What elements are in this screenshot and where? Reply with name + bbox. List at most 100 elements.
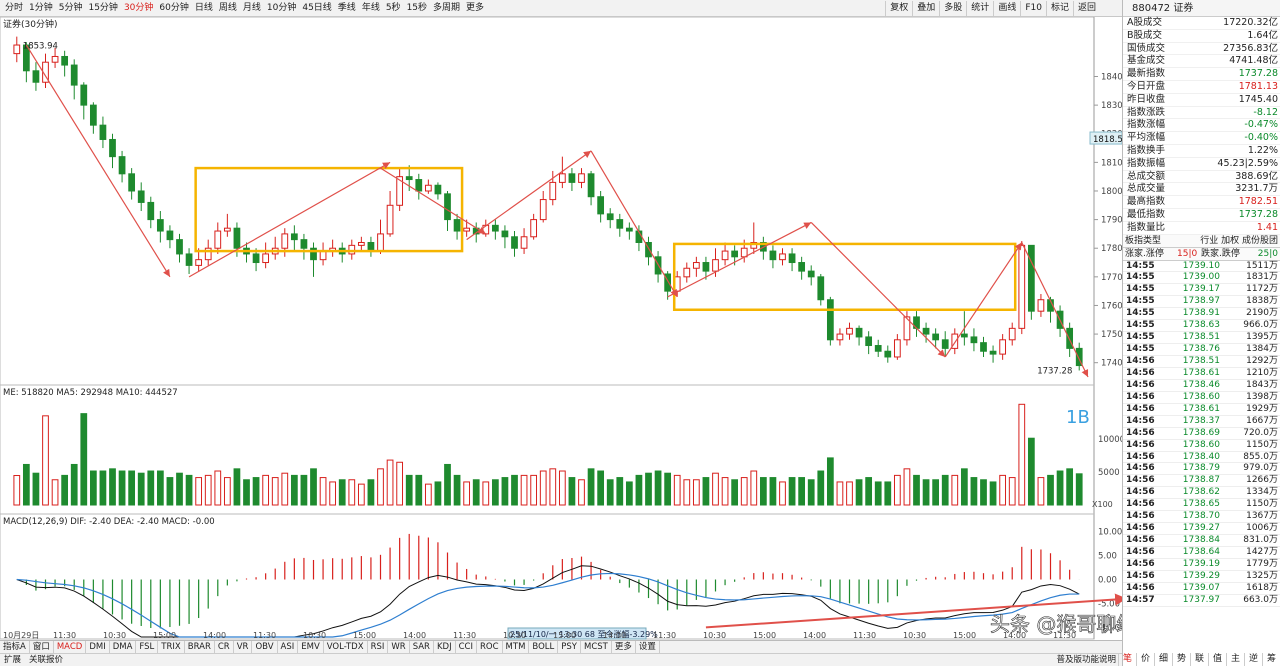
indicator-tab-9[interactable]: VR	[234, 641, 253, 653]
panel-tab-7[interactable]: 逆	[1244, 653, 1262, 666]
up-label: 涨家.涨停	[1125, 248, 1164, 259]
tick-row: 14:57 1737.97 663.0万	[1123, 595, 1280, 607]
indicator-tab-2[interactable]: MACD	[54, 641, 87, 653]
low-label: 1737.28	[1037, 366, 1072, 376]
indicator-tab-1[interactable]: 窗口	[30, 641, 54, 653]
indicator-tab-19[interactable]: ROC	[477, 641, 503, 653]
indicator-tab-20[interactable]: MTM	[503, 641, 530, 653]
indicator-tab-13[interactable]: VOL-TDX	[324, 641, 368, 653]
volume-bar	[731, 479, 739, 506]
volume-bar	[252, 477, 260, 506]
indicator-tab-24[interactable]: 更多	[612, 641, 636, 653]
candle-body	[281, 233, 289, 249]
indicator-tab-14[interactable]: RSI	[368, 641, 389, 653]
indicator-tab-18[interactable]: CCI	[456, 641, 477, 653]
indicator-tab-4[interactable]: DMA	[110, 641, 137, 653]
bottom-link-1[interactable]: 关联报价	[25, 654, 67, 666]
period-3[interactable]: 15分钟	[85, 2, 120, 15]
price-tick-label: 1830	[1101, 101, 1122, 111]
period-7[interactable]: 周线	[216, 2, 240, 15]
indicator-tab-0[interactable]: 指标A	[0, 641, 30, 653]
stat-label: 昨日收盘	[1127, 93, 1166, 105]
volume-bar	[22, 463, 30, 506]
chart-area[interactable]: 1840183018201810180017901780177017601750…	[0, 16, 1157, 649]
tool-button-7[interactable]: 返回	[1072, 1, 1100, 16]
candle-body	[147, 201, 155, 221]
type-value[interactable]: 行业 加权 成份股团	[1179, 235, 1278, 247]
volume-bar	[922, 479, 930, 506]
help-link[interactable]: 普及版功能说明	[1052, 654, 1120, 666]
candle-body	[970, 336, 978, 344]
period-0[interactable]: 分时	[2, 2, 26, 15]
period-4[interactable]: 30分钟	[121, 2, 156, 15]
tool-buttons: 复权 叠加 多股 统计 画线 F10 标记 返回	[885, 1, 1100, 16]
indicator-tab-8[interactable]: CR	[215, 641, 234, 653]
panel-tab-6[interactable]: 主	[1226, 653, 1244, 666]
volume-bar	[520, 474, 528, 506]
tool-button-1[interactable]: 叠加	[912, 1, 939, 16]
period-11[interactable]: 季线	[335, 2, 359, 15]
indicator-tab-17[interactable]: KDJ	[434, 641, 456, 653]
stat-row: 今日开盘 1781.13	[1123, 81, 1280, 94]
tool-button-0[interactable]: 复权	[885, 1, 912, 16]
period-9[interactable]: 10分钟	[264, 2, 299, 15]
candle-body	[166, 230, 174, 241]
tick-price: 1738.40	[1182, 451, 1220, 462]
candle-body	[319, 250, 327, 261]
candle-body	[817, 276, 825, 301]
indicator-tab-12[interactable]: EMV	[298, 641, 324, 653]
indicator-tab-15[interactable]: WR	[388, 641, 410, 653]
panel-tab-3[interactable]: 势	[1172, 653, 1190, 666]
indicator-tab-5[interactable]: FSL	[136, 641, 159, 653]
period-8[interactable]: 月线	[240, 2, 264, 15]
updown-row: 涨家.涨停 15|0 跌家.跌停 25|0	[1123, 247, 1280, 261]
stats-list: A股成交 17220.32亿 B股成交 1.64亿 国债成交 27356.83亿 基金成交 4…	[1123, 17, 1280, 235]
indicator-tab-6[interactable]: TRIX	[158, 641, 185, 653]
date-label: 10:30	[303, 631, 326, 640]
volume-bar	[702, 477, 710, 506]
tool-button-6[interactable]: 标记	[1045, 1, 1073, 16]
indicator-tab-11[interactable]: ASI	[278, 641, 299, 653]
tool-button-4[interactable]: 画线	[993, 1, 1020, 16]
period-6[interactable]: 日线	[192, 2, 216, 15]
stat-row: 指数振幅 45.23|2.59%	[1123, 158, 1280, 171]
indicator-tab-7[interactable]: BRAR	[185, 641, 215, 653]
period-15[interactable]: 多周期	[430, 2, 463, 15]
panel-tab-0[interactable]: 笔	[1118, 653, 1136, 666]
tool-button-5[interactable]: F10	[1020, 1, 1046, 16]
period-14[interactable]: 15秒	[404, 2, 430, 15]
stat-value: 1782.51	[1238, 196, 1278, 208]
period-10[interactable]: 45日线	[299, 2, 334, 15]
tool-button-3[interactable]: 统计	[966, 1, 993, 16]
period-16[interactable]: 更多	[463, 2, 487, 15]
period-2[interactable]: 5分钟	[56, 2, 86, 15]
panel-tab-2[interactable]: 细	[1154, 653, 1172, 666]
panel-tab-8[interactable]: 筹	[1262, 653, 1280, 666]
panel-tab-1[interactable]: 价	[1136, 653, 1154, 666]
indicator-tab-10[interactable]: OBV	[252, 641, 278, 653]
volume-bar	[42, 415, 49, 506]
bottom-link-0[interactable]: 扩展	[0, 654, 25, 666]
tool-button-2[interactable]: 多股	[939, 1, 966, 16]
period-13[interactable]: 5秒	[383, 2, 404, 15]
period-5[interactable]: 60分钟	[156, 2, 191, 15]
tick-time: 14:56	[1126, 487, 1155, 498]
period-12[interactable]: 年线	[359, 2, 383, 15]
volume-bar	[1008, 477, 1016, 506]
stat-value: 1737.28	[1238, 208, 1278, 220]
panel-tab-4[interactable]: 联	[1190, 653, 1208, 666]
tick-list[interactable]: 14:55 1739.10 1511万 14:55 1739.00 1831万 14:55 1…	[1123, 261, 1280, 607]
volume-bar	[587, 468, 595, 506]
indicator-tab-23[interactable]: MCST	[581, 641, 612, 653]
volume-bar	[788, 477, 796, 506]
indicator-tab-21[interactable]: BOLL	[529, 641, 559, 653]
indicator-tab-22[interactable]: PSY	[558, 641, 581, 653]
candle-body	[377, 233, 384, 252]
indicator-tab-25[interactable]: 设置	[636, 641, 660, 653]
indicator-tab-3[interactable]: DMI	[86, 641, 110, 653]
candle-body	[606, 213, 614, 221]
kline-chart[interactable]: 1840183018201810180017901780177017601750…	[0, 16, 1157, 640]
period-1[interactable]: 1分钟	[26, 2, 56, 15]
indicator-tab-16[interactable]: SAR	[410, 641, 434, 653]
panel-tab-5[interactable]: 值	[1208, 653, 1226, 666]
